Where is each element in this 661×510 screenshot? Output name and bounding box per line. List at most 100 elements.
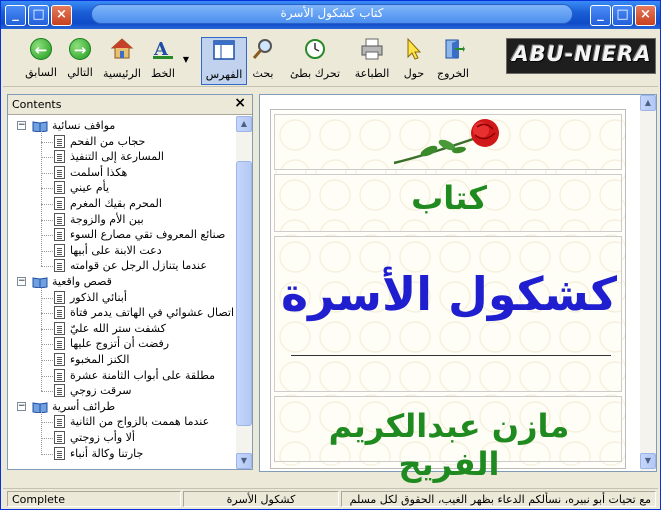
title-row: كشكول الأسرة <box>274 236 622 392</box>
maximize-button[interactable]: □ <box>612 5 633 26</box>
index-panel-icon <box>213 40 235 60</box>
book-title: كشكول الأسرة <box>280 267 618 321</box>
tree-item-label: صنائع المعروف تقي مصارع السوء <box>70 228 226 242</box>
tree-connector <box>41 391 53 393</box>
tree-connector <box>41 313 53 315</box>
tree-item[interactable]: صنائع المعروف تقي مصارع السوء <box>8 227 236 243</box>
tree-item[interactable]: المسارعة إلى التنفيذ <box>8 149 236 165</box>
tree-item[interactable]: المحرم بقيك المغرم <box>8 196 236 212</box>
tree-group[interactable]: − طرائف أسرية <box>8 399 236 415</box>
collapse-toggle-icon[interactable]: − <box>17 277 26 286</box>
tree-item[interactable]: عندما يتنازل الرجل عن قوامته <box>8 258 236 274</box>
tree-item[interactable]: حجاب من الفحم <box>8 134 236 150</box>
tree-item[interactable]: جارتنا وكالة أنباء <box>8 446 236 462</box>
print-label: الطباعة <box>354 67 390 80</box>
print-button[interactable]: الطباعة <box>349 37 395 85</box>
page-icon <box>54 134 65 148</box>
toolbar: ← السابق → التالي الرئيسية A الخط ▼ الفه… <box>3 33 658 87</box>
search-button[interactable]: بحث <box>249 37 277 85</box>
author-row: مازن عبدالكريم الفريح <box>274 396 622 483</box>
tree-item[interactable]: ألا وأب زوجتي <box>8 430 236 446</box>
collapse-toggle-icon[interactable]: − <box>17 401 26 411</box>
tree-item-label: المسارعة إلى التنفيذ <box>70 150 164 164</box>
book-page: كتاب كشكول الأسرة مازن عبدالكريم الفريح <box>260 95 640 483</box>
contents-scroll-thumb[interactable] <box>236 161 252 426</box>
printer-icon <box>361 38 383 60</box>
tree-connector <box>41 360 53 361</box>
exit-label: الخروج <box>437 67 469 80</box>
home-button[interactable]: الرئيسية <box>101 37 143 85</box>
page-icon <box>54 446 65 460</box>
tree-connector <box>41 157 53 159</box>
tree-item-label: عندما يتنازل الرجل عن قوامته <box>70 259 207 273</box>
minimize-button[interactable]: _ <box>590 5 611 26</box>
tree-connector <box>41 235 53 237</box>
tree-group-label: مواقف نسائية <box>52 119 116 132</box>
status-book-title: كشكول الأسرة <box>183 491 339 507</box>
kitab-label: كتاب <box>411 179 487 217</box>
clock-icon <box>305 39 325 59</box>
close-button[interactable]: × <box>635 5 656 26</box>
tree-item-label: ألا وأب زوجتي <box>70 431 135 444</box>
tree-connector <box>41 297 53 299</box>
exit-door-icon <box>445 39 465 59</box>
tree-item[interactable]: الكنز المخبوء <box>8 352 236 368</box>
rose-icon <box>393 119 499 165</box>
back-button[interactable]: ← السابق <box>21 37 61 85</box>
tree-item[interactable]: اتصال عشوائي في الهاتف يدمر فتاة <box>8 305 236 321</box>
page-scroll-up-arrow-icon[interactable]: ▲ <box>640 95 656 111</box>
index-button[interactable]: الفهرس <box>201 37 247 85</box>
page-scrollbar[interactable]: ▲ ▼ <box>640 95 656 471</box>
system-maximize-icon[interactable]: □ <box>28 5 49 26</box>
collapse-toggle-icon[interactable]: − <box>17 121 26 130</box>
search-icon <box>252 39 272 59</box>
exit-button[interactable]: الخروج <box>433 37 473 85</box>
open-book-icon <box>32 277 48 288</box>
tree-item[interactable]: رفضت أن أتزوج عليها <box>8 336 236 352</box>
slow-move-button[interactable]: تحرك بطئ <box>287 37 343 85</box>
system-close-icon[interactable]: × <box>51 5 72 26</box>
tree-group[interactable]: − قصص واقعية <box>8 274 236 290</box>
search-label: بحث <box>252 67 274 80</box>
tree-item[interactable]: كشفت ستر الله عليّ <box>8 321 236 337</box>
tree-connector <box>41 188 53 190</box>
contents-tree: − مواقف نسائية حجاب من الفحم المسارعة إلى ا… <box>8 116 236 469</box>
status-bar: Complete كشكول الأسرة مع تحيات أبو نبيره… <box>3 488 658 508</box>
system-minimize-icon[interactable]: _ <box>5 5 26 26</box>
tree-group-label: طرائف أسرية <box>52 399 116 413</box>
tree-item[interactable]: دعت الابنة على أبيها <box>8 243 236 259</box>
arrow-left-icon: ← <box>30 38 52 60</box>
about-button[interactable]: حول <box>399 37 429 85</box>
back-label: السابق <box>25 66 57 79</box>
tree-group[interactable]: − مواقف نسائية <box>8 118 236 134</box>
tree-connector <box>41 422 53 424</box>
tree-item[interactable]: بين الأم والزوجة <box>8 212 236 228</box>
tree-item[interactable]: يأم عيني <box>8 180 236 196</box>
next-button[interactable]: → التالي <box>61 37 99 85</box>
kitab-row: كتاب <box>274 174 622 232</box>
font-icon: A <box>153 39 173 60</box>
tree-item[interactable]: مطلقة على أبواب الثامنة عشرة <box>8 368 236 384</box>
page-scroll-down-arrow-icon[interactable]: ▼ <box>640 453 656 469</box>
tree-item[interactable]: سرقت زوجي <box>8 383 236 399</box>
tree-item[interactable]: هكذا أسلمت <box>8 165 236 181</box>
contents-close-button[interactable]: × <box>234 95 246 111</box>
tree-connector <box>41 375 53 377</box>
page-icon <box>54 197 65 210</box>
tree-item-label: رفضت أن أتزوج عليها <box>70 337 170 351</box>
about-label: حول <box>403 67 425 80</box>
tree-item[interactable]: أبنائي الذكور <box>8 290 236 306</box>
tree-item-label: الكنز المخبوء <box>70 353 130 366</box>
tree-item-label: بين الأم والزوجة <box>70 212 144 226</box>
contents-scrollbar[interactable]: ▲ ▼ <box>236 116 252 469</box>
scroll-down-arrow-icon[interactable]: ▼ <box>236 453 252 469</box>
tree-item[interactable]: عندما هممت بالزواج من الثانية <box>8 414 236 430</box>
title-bar: _ □ × كتاب كشكول الأسرة _ □ × <box>1 1 660 29</box>
slow-move-label: تحرك بطئ <box>289 67 341 80</box>
pane-splitter[interactable] <box>253 94 258 470</box>
cover-frame: كتاب كشكول الأسرة مازن عبدالكريم الفريح <box>270 109 626 483</box>
page-icon <box>54 259 65 273</box>
font-button[interactable]: A الخط <box>145 37 181 85</box>
scroll-up-arrow-icon[interactable]: ▲ <box>236 116 252 132</box>
page-icon <box>54 165 65 179</box>
